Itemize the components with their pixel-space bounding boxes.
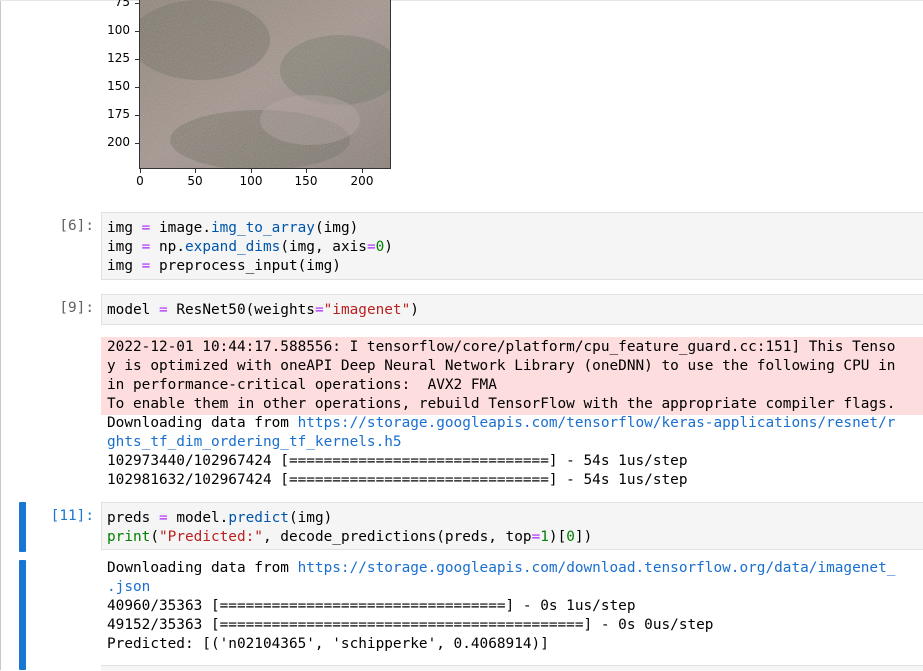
cell-prompt: [6]:: [59, 218, 94, 234]
code-line: preds = model.predict(img): [107, 510, 333, 526]
y-tick: [135, 3, 139, 4]
stdout-line: Downloading data from https://storage.go…: [107, 560, 896, 576]
image-plot: [139, 0, 391, 169]
prediction-result: Predicted: [('n02104365', 'schipperke', …: [107, 636, 549, 652]
grass-image: [140, 0, 390, 168]
y-tick-label: 125: [107, 51, 130, 65]
download-link-cont[interactable]: ghts_tf_dim_ordering_tf_kernels.h5: [107, 433, 402, 452]
code-line: img = image.img_to_array(img): [107, 220, 359, 236]
download-link-cont[interactable]: .json: [107, 578, 150, 597]
download-link[interactable]: https://storage.googleapis.com/download.…: [298, 560, 896, 576]
stderr-line: y is optimized with oneAPI Deep Neural N…: [107, 358, 896, 374]
stderr-line: To enable them in other operations, rebu…: [107, 396, 896, 412]
x-tick-label: 100: [239, 174, 263, 188]
stderr-output: 2022-12-01 10:44:17.588556: I tensorflow…: [101, 337, 923, 415]
y-tick: [135, 31, 139, 32]
active-output-indicator[interactable]: [19, 560, 26, 670]
y-tick-label: 75: [114, 0, 130, 9]
y-tick: [135, 115, 139, 116]
x-tick-label: 200: [350, 174, 374, 188]
progress-line: 102973440/102967424 [===================…: [107, 453, 688, 469]
code-line: print("Predicted:", decode_predictions(p…: [107, 529, 593, 545]
y-tick: [135, 87, 139, 88]
x-tick: [140, 169, 141, 173]
code-line: img = preprocess_input(img): [107, 258, 341, 274]
progress-line: 49152/35363 [===========================…: [107, 617, 714, 633]
next-cell-edge[interactable]: [101, 665, 923, 671]
y-tick-label: 175: [107, 107, 130, 121]
y-tick: [135, 143, 139, 144]
y-tick-label: 100: [107, 23, 130, 37]
x-tick: [306, 169, 307, 173]
code-line: model = ResNet50(weights="imagenet"): [107, 302, 419, 318]
x-tick: [195, 169, 196, 173]
code-cell-input[interactable]: img = image.img_to_array(img) img = np.e…: [101, 212, 923, 280]
cell-prompt: [11]:: [50, 508, 94, 524]
stderr-line: in performance-critical operations: AVX2…: [107, 377, 497, 393]
code-cell-input[interactable]: model = ResNet50(weights="imagenet"): [101, 294, 923, 325]
cell-prompt: [9]:: [59, 300, 94, 316]
download-link[interactable]: https://storage.googleapis.com/tensorflo…: [298, 415, 896, 431]
code-line: img = np.expand_dims(img, axis=0): [107, 239, 393, 255]
x-tick-label: 0: [136, 174, 144, 188]
x-tick: [251, 169, 252, 173]
stdout-line: Downloading data from https://storage.go…: [107, 415, 896, 431]
y-tick: [135, 59, 139, 60]
y-tick-label: 150: [107, 79, 130, 93]
y-tick-label: 200: [107, 135, 130, 149]
progress-line: 102981632/102967424 [===================…: [107, 472, 688, 488]
stderr-line: 2022-12-01 10:44:17.588556: I tensorflow…: [107, 339, 896, 355]
x-tick: [362, 169, 363, 173]
x-tick-label: 150: [294, 174, 318, 188]
progress-line: 40960/35363 [===========================…: [107, 598, 636, 614]
code-cell-input[interactable]: preds = model.predict(img) print("Predic…: [101, 502, 923, 550]
notebook-left-border: [0, 0, 1, 670]
x-tick-label: 50: [187, 174, 203, 188]
